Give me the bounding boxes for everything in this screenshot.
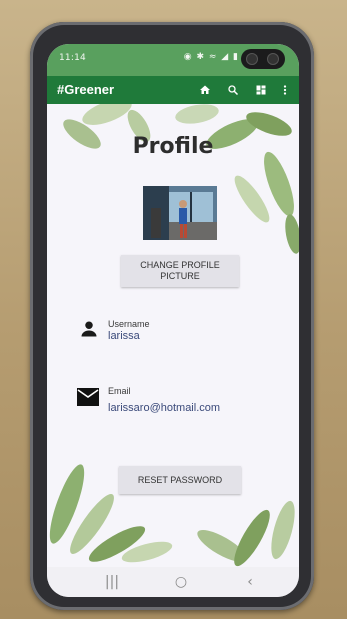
reset-password-button[interactable]: RESET PASSWORD bbox=[119, 466, 241, 494]
status-bar: 11:14 ◉ ✱ ≈ ◢ ▮ bbox=[47, 44, 299, 76]
change-picture-label-line-2: PICTURE bbox=[160, 271, 200, 281]
page-title: Profile bbox=[132, 134, 214, 159]
search-icon[interactable] bbox=[225, 82, 241, 98]
status-icons: ◉ ✱ ≈ ◢ ▮ bbox=[183, 52, 239, 62]
front-camera-icon bbox=[246, 53, 258, 65]
back-button[interactable]: ‹ bbox=[235, 572, 265, 592]
status-time: 11:14 bbox=[59, 53, 86, 63]
reset-password-label: RESET PASSWORD bbox=[137, 474, 223, 485]
email-value: larissaro@hotmail.com bbox=[108, 402, 221, 414]
email-label: Email bbox=[108, 386, 131, 396]
username-value: larissa bbox=[108, 330, 140, 342]
profile-picture bbox=[143, 186, 217, 240]
leaves-top-decoration bbox=[63, 104, 299, 254]
person-icon bbox=[80, 320, 98, 342]
change-picture-label-line-1: CHANGE PROFILE bbox=[140, 260, 220, 270]
home-icon[interactable] bbox=[197, 82, 213, 98]
change-profile-picture-button[interactable]: CHANGE PROFILE PICTURE bbox=[121, 255, 239, 287]
home-nav-button[interactable]: ○ bbox=[166, 572, 196, 592]
email-icon bbox=[77, 388, 99, 410]
dashboard-icon[interactable] bbox=[253, 82, 269, 98]
leaves-bottom-decoration bbox=[49, 464, 295, 567]
app-title: #Greener bbox=[57, 82, 115, 97]
app-bar: #Greener bbox=[47, 76, 299, 104]
camera-cutout bbox=[241, 49, 285, 69]
phone-screen: 11:14 ◉ ✱ ≈ ◢ ▮ #Greener Profile CHANGE … bbox=[47, 44, 299, 597]
username-label: Username bbox=[108, 319, 150, 329]
recents-button[interactable]: ||| bbox=[97, 572, 127, 592]
front-camera-icon bbox=[267, 53, 279, 65]
more-vert-icon[interactable] bbox=[277, 82, 293, 98]
system-nav-bar: ||| ○ ‹ bbox=[47, 567, 299, 597]
